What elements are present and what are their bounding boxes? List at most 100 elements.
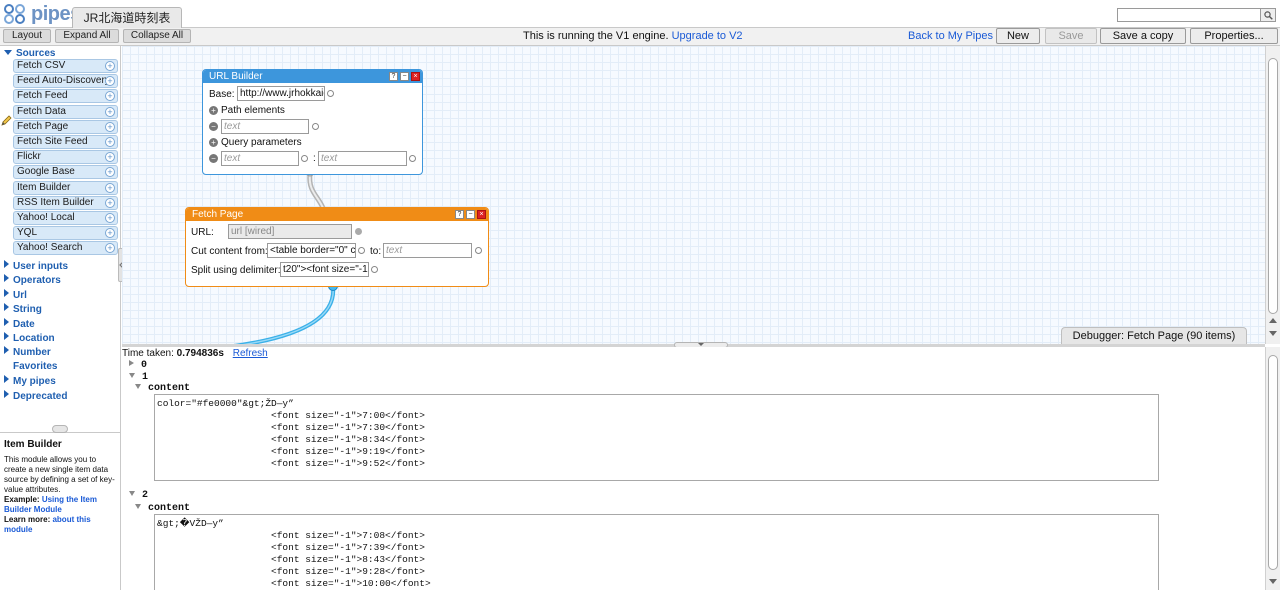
split-input[interactable]: t20"><font size="-1" bbox=[280, 262, 369, 277]
add-module-icon[interactable]: + bbox=[105, 61, 115, 71]
add-module-icon[interactable]: + bbox=[105, 182, 115, 193]
expand-all-button[interactable]: Expand All bbox=[55, 29, 119, 43]
base-terminal[interactable] bbox=[327, 90, 334, 97]
sidebar-category[interactable]: Location bbox=[4, 332, 55, 344]
url-builder-module[interactable]: URL Builder ? − × Base: http://www.jrhok… bbox=[202, 69, 423, 175]
new-button[interactable]: New bbox=[996, 28, 1040, 44]
help-icon[interactable]: ? bbox=[389, 72, 398, 81]
sidebar-category[interactable]: My pipes bbox=[4, 375, 56, 387]
tree-node-item[interactable]: 0 bbox=[129, 360, 147, 371]
collapse-all-button[interactable]: Collapse All bbox=[123, 29, 191, 43]
content-line: <font size="-1">9:19</font> bbox=[157, 446, 425, 457]
query-value-input[interactable]: text bbox=[318, 151, 407, 166]
source-module-item[interactable]: Fetch Page + bbox=[13, 119, 118, 134]
sidebar-category[interactable]: String bbox=[4, 303, 42, 315]
minimize-icon[interactable]: − bbox=[400, 72, 409, 81]
query-parameters-label: Query parameters bbox=[221, 137, 302, 148]
source-module-item[interactable]: Yahoo! Local + bbox=[13, 211, 118, 225]
pipe-editor-canvas[interactable]: URL Builder ? − × Base: http://www.jrhok… bbox=[122, 46, 1265, 344]
url-terminal[interactable] bbox=[355, 228, 362, 235]
cut-to-input[interactable]: text bbox=[383, 243, 472, 258]
remove-query-icon[interactable]: − bbox=[209, 154, 218, 163]
properties-button[interactable]: Properties... bbox=[1190, 28, 1278, 44]
back-to-my-pipes-link[interactable]: Back to My Pipes bbox=[908, 30, 993, 42]
tree-node-field[interactable]: content bbox=[135, 503, 190, 514]
tree-node-item[interactable]: 2 bbox=[129, 490, 148, 501]
sidebar-category[interactable]: Number bbox=[4, 346, 51, 358]
sidebar-category[interactable]: Date bbox=[4, 317, 35, 330]
debugger-tab[interactable]: Debugger: Fetch Page (90 items) bbox=[1061, 327, 1247, 345]
source-module-item[interactable]: Item Builder + bbox=[13, 180, 118, 195]
save-button[interactable]: Save bbox=[1045, 28, 1097, 44]
source-module-item[interactable]: Yahoo! Search + bbox=[13, 241, 118, 256]
remove-path-icon[interactable]: − bbox=[209, 122, 218, 131]
help-icon[interactable]: ? bbox=[455, 210, 464, 219]
fetch-page-module[interactable]: Fetch Page ? − × URL: url [wired] Cut co… bbox=[185, 207, 489, 287]
add-module-icon[interactable]: + bbox=[105, 121, 115, 132]
pipe-tab[interactable]: JR北海道時刻表 bbox=[72, 7, 182, 28]
sidebar-category[interactable]: Operators bbox=[4, 274, 61, 286]
debugger-scrollbar[interactable] bbox=[1265, 347, 1280, 590]
canvas-scroll-thumb[interactable] bbox=[1268, 58, 1278, 314]
add-module-icon[interactable]: + bbox=[105, 213, 115, 223]
content-value-box: &gt;�VŽD—y” <font size="-1">7:08</font> … bbox=[154, 514, 1159, 590]
layout-button[interactable]: Layout bbox=[3, 29, 51, 43]
source-module-item[interactable]: Fetch CSV + bbox=[13, 59, 118, 73]
source-module-item[interactable]: Flickr + bbox=[13, 150, 118, 165]
close-icon[interactable]: × bbox=[477, 210, 486, 219]
query-key-terminal[interactable] bbox=[301, 155, 308, 162]
save-copy-button[interactable]: Save a copy bbox=[1100, 28, 1186, 44]
split-label: Split using delimiter: bbox=[191, 265, 281, 276]
add-module-icon[interactable]: + bbox=[105, 197, 115, 208]
add-module-icon[interactable]: + bbox=[105, 152, 115, 163]
cut-from-input[interactable]: <table border="0" cellpadding bbox=[267, 243, 356, 258]
add-module-icon[interactable]: + bbox=[105, 106, 115, 117]
scroll-down-icon[interactable] bbox=[1269, 579, 1277, 584]
time-taken: Time taken: 0.794836s Refresh bbox=[122, 348, 268, 359]
path-terminal[interactable] bbox=[312, 123, 319, 130]
path-input[interactable]: text bbox=[221, 119, 309, 134]
cut-to-terminal[interactable] bbox=[475, 247, 482, 254]
sidebar-category[interactable]: Deprecated bbox=[4, 389, 67, 402]
source-module-item[interactable]: Fetch Feed + bbox=[13, 89, 118, 104]
help-pane-resize-handle[interactable] bbox=[52, 425, 68, 433]
add-module-icon[interactable]: + bbox=[105, 91, 115, 102]
sidebar-category[interactable]: Url bbox=[4, 288, 27, 301]
cut-from-terminal[interactable] bbox=[358, 247, 365, 254]
add-query-icon[interactable]: + bbox=[209, 138, 218, 147]
query-value-terminal[interactable] bbox=[409, 155, 416, 162]
base-input[interactable]: http://www.jrhokkaido.co.jp bbox=[237, 86, 325, 101]
source-module-item[interactable]: Feed Auto-Discovery + bbox=[13, 74, 118, 89]
upgrade-link[interactable]: Upgrade to V2 bbox=[672, 30, 743, 42]
sidebar-category-sources[interactable]: Sources bbox=[4, 48, 55, 59]
url-builder-titlebar[interactable]: URL Builder ? − × bbox=[203, 70, 422, 83]
canvas-scrollbar[interactable] bbox=[1265, 46, 1280, 344]
source-module-item[interactable]: Fetch Site Feed + bbox=[13, 135, 118, 149]
tree-node-item[interactable]: 1 bbox=[129, 372, 148, 383]
search-input[interactable] bbox=[1117, 8, 1261, 22]
source-module-item[interactable]: RSS Item Builder + bbox=[13, 195, 118, 210]
source-module-item[interactable]: Google Base + bbox=[13, 165, 118, 180]
source-module-item[interactable]: YQL + bbox=[13, 226, 118, 241]
search-button[interactable] bbox=[1261, 8, 1276, 22]
add-path-icon[interactable]: + bbox=[209, 106, 218, 115]
source-module-item[interactable]: Fetch Data + bbox=[13, 104, 118, 119]
add-module-icon[interactable]: + bbox=[105, 137, 115, 147]
fetch-page-titlebar[interactable]: Fetch Page ? − × bbox=[186, 208, 488, 221]
split-terminal[interactable] bbox=[371, 266, 378, 273]
pipes-logo[interactable]: pipes bbox=[2, 2, 81, 26]
add-module-icon[interactable]: + bbox=[105, 167, 115, 178]
query-key-input[interactable]: text bbox=[221, 151, 299, 166]
debugger-scroll-thumb[interactable] bbox=[1268, 355, 1278, 570]
scroll-up-icon[interactable] bbox=[1269, 318, 1277, 323]
scroll-down-icon[interactable] bbox=[1269, 331, 1277, 336]
close-icon[interactable]: × bbox=[411, 72, 420, 81]
sidebar-category[interactable]: User inputs bbox=[4, 260, 68, 272]
minimize-icon[interactable]: − bbox=[466, 210, 475, 219]
refresh-link[interactable]: Refresh bbox=[233, 348, 268, 359]
add-module-icon[interactable]: + bbox=[105, 243, 115, 254]
add-module-icon[interactable]: + bbox=[105, 228, 115, 239]
tree-node-field[interactable]: content bbox=[135, 383, 190, 394]
sidebar-category[interactable]: Favorites bbox=[13, 361, 57, 372]
add-module-icon[interactable]: + bbox=[105, 76, 115, 87]
